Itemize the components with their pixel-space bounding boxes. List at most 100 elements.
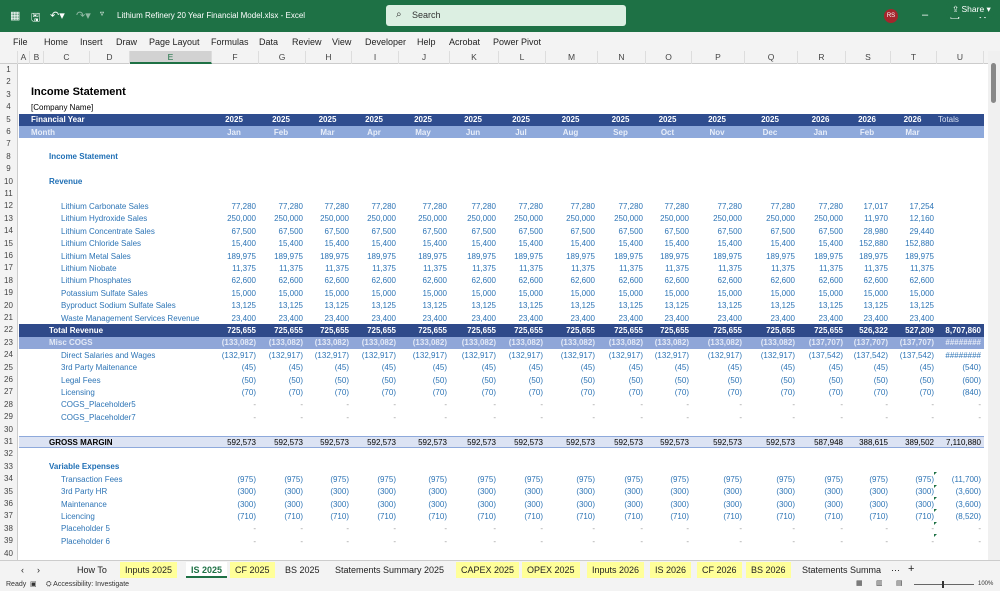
value-cell[interactable]: 23,400 — [745, 314, 798, 323]
value-cell[interactable]: - — [891, 413, 937, 422]
value-cell[interactable]: 23,400 — [259, 314, 306, 323]
value-cell[interactable]: 29,440 — [891, 227, 937, 236]
row-header[interactable]: 26 — [0, 374, 18, 387]
value-cell[interactable]: 388,615 — [846, 438, 891, 447]
value-cell[interactable]: 23,400 — [692, 314, 745, 323]
value-cell[interactable]: (50) — [646, 376, 692, 385]
value-cell[interactable]: 77,280 — [598, 202, 646, 211]
value-cell[interactable]: 62,600 — [745, 276, 798, 285]
value-cell[interactable]: (710) — [598, 512, 646, 521]
value-cell[interactable]: 23,400 — [598, 314, 646, 323]
value-cell[interactable]: 250,000 — [450, 214, 499, 223]
row-header[interactable]: 18 — [0, 274, 18, 288]
value-cell[interactable]: 15,000 — [450, 289, 499, 298]
value-cell[interactable]: 13,125 — [846, 301, 891, 310]
value-cell[interactable]: (132,917) — [499, 351, 546, 360]
value-cell[interactable]: 11,375 — [499, 264, 546, 273]
column-header-t[interactable]: T — [891, 51, 937, 64]
row-header[interactable]: 20 — [0, 299, 18, 312]
value-cell[interactable]: 592,573 — [450, 438, 499, 447]
value-cell[interactable]: (300) — [546, 500, 598, 509]
value-cell[interactable]: (132,917) — [646, 351, 692, 360]
value-cell[interactable]: (133,082) — [646, 338, 692, 347]
value-cell[interactable]: 250,000 — [745, 214, 798, 223]
row-header[interactable]: 40 — [0, 547, 18, 560]
value-cell[interactable]: (300) — [846, 487, 891, 496]
value-cell[interactable]: (132,917) — [399, 351, 450, 360]
value-cell[interactable]: - — [399, 400, 450, 409]
zoom-level[interactable]: 100% — [978, 581, 993, 587]
column-header-s[interactable]: S — [846, 51, 891, 64]
menu-home[interactable]: Home — [44, 37, 68, 47]
column-header-o[interactable]: O — [646, 51, 692, 64]
value-cell[interactable]: (300) — [399, 487, 450, 496]
value-cell[interactable]: 67,500 — [259, 227, 306, 236]
value-cell[interactable]: (300) — [646, 500, 692, 509]
value-cell[interactable]: 13,125 — [259, 301, 306, 310]
total-cell[interactable]: (8,520) — [937, 512, 984, 521]
error-indicator-icon[interactable] — [934, 497, 937, 500]
column-header-p[interactable]: P — [692, 51, 745, 64]
value-cell[interactable]: - — [891, 524, 937, 533]
row-header[interactable]: 9 — [0, 163, 18, 176]
value-cell[interactable]: - — [798, 537, 846, 546]
value-cell[interactable]: 62,600 — [891, 276, 937, 285]
value-cell[interactable]: 13,125 — [499, 301, 546, 310]
value-cell[interactable]: 527,209 — [891, 326, 937, 335]
value-cell[interactable]: - — [692, 524, 745, 533]
value-cell[interactable]: (132,917) — [598, 351, 646, 360]
value-cell[interactable]: 15,400 — [399, 239, 450, 248]
value-cell[interactable]: (300) — [212, 487, 259, 496]
row-header[interactable]: 22 — [0, 324, 18, 337]
select-all-corner[interactable] — [0, 51, 18, 64]
value-cell[interactable]: 23,400 — [306, 314, 352, 323]
value-cell[interactable]: (70) — [891, 388, 937, 397]
value-cell[interactable]: 15,000 — [598, 289, 646, 298]
value-cell[interactable]: 11,375 — [598, 264, 646, 273]
value-cell[interactable]: (133,082) — [399, 338, 450, 347]
value-cell[interactable]: 15,400 — [692, 239, 745, 248]
value-cell[interactable]: (300) — [306, 487, 352, 496]
value-cell[interactable]: (975) — [546, 475, 598, 484]
value-cell[interactable]: 189,975 — [306, 252, 352, 261]
value-cell[interactable]: 725,655 — [598, 326, 646, 335]
row-header[interactable]: 15 — [0, 237, 18, 250]
value-cell[interactable]: (975) — [891, 475, 937, 484]
column-header-e[interactable]: E — [130, 51, 212, 64]
column-header-m[interactable]: M — [546, 51, 598, 64]
value-cell[interactable]: 250,000 — [499, 214, 546, 223]
value-cell[interactable]: 77,280 — [450, 202, 499, 211]
value-cell[interactable]: - — [546, 400, 598, 409]
value-cell[interactable]: 152,880 — [891, 239, 937, 248]
value-cell[interactable]: (300) — [450, 500, 499, 509]
value-cell[interactable]: 389,502 — [891, 438, 937, 447]
value-cell[interactable]: 15,000 — [891, 289, 937, 298]
value-cell[interactable]: - — [352, 400, 399, 409]
value-cell[interactable]: 592,573 — [306, 438, 352, 447]
value-cell[interactable]: - — [499, 537, 546, 546]
row-header[interactable]: 4 — [0, 101, 18, 114]
value-cell[interactable]: 250,000 — [798, 214, 846, 223]
value-cell[interactable]: 592,573 — [745, 438, 798, 447]
value-cell[interactable]: 189,975 — [798, 252, 846, 261]
value-cell[interactable]: 11,375 — [646, 264, 692, 273]
value-cell[interactable]: (45) — [692, 363, 745, 372]
value-cell[interactable]: - — [846, 537, 891, 546]
value-cell[interactable]: (133,082) — [259, 338, 306, 347]
value-cell[interactable]: (710) — [399, 512, 450, 521]
value-cell[interactable]: (300) — [352, 487, 399, 496]
value-cell[interactable]: (70) — [798, 388, 846, 397]
row-header[interactable]: 17 — [0, 262, 18, 275]
value-cell[interactable]: (45) — [450, 363, 499, 372]
total-cell[interactable]: (3,600) — [937, 487, 984, 496]
value-cell[interactable]: (45) — [598, 363, 646, 372]
total-cell[interactable]: (540) — [937, 363, 984, 372]
row-header[interactable]: 37 — [0, 510, 18, 523]
value-cell[interactable]: - — [450, 537, 499, 546]
value-cell[interactable]: (300) — [598, 487, 646, 496]
row-header[interactable]: 25 — [0, 361, 18, 374]
column-header-u[interactable]: U — [937, 51, 984, 64]
sheet-tab-inputs-2025[interactable]: Inputs 2025 — [120, 562, 178, 578]
column-header-i[interactable]: I — [352, 51, 399, 64]
value-cell[interactable]: 725,655 — [798, 326, 846, 335]
